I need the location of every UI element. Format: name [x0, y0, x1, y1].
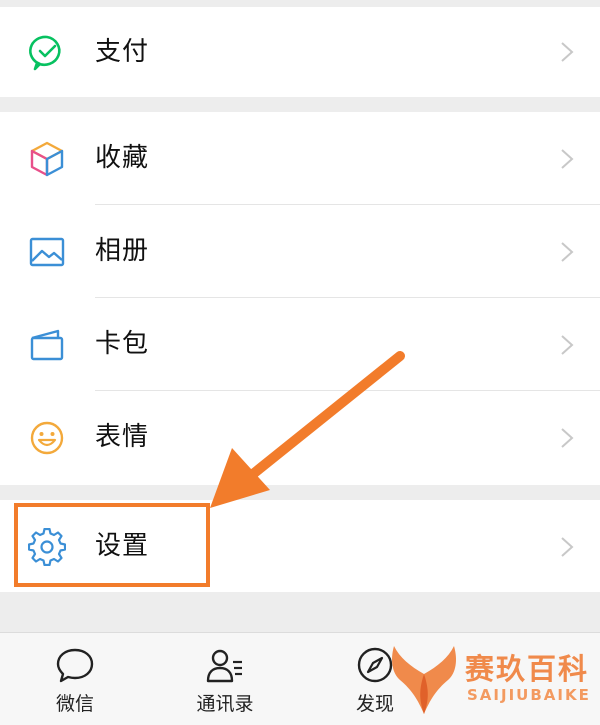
menu-item-cards-label: 卡包 — [95, 329, 150, 359]
menu-item-album-label: 相册 — [95, 236, 150, 266]
chevron-right-icon — [561, 428, 574, 448]
watermark-brand-en: SAIJIUBAIKE — [467, 686, 591, 704]
pay-icon — [29, 35, 61, 71]
features-group: 收藏 相册 卡包 表情 — [0, 112, 600, 485]
tab-chats[interactable]: 微信 — [0, 633, 150, 725]
menu-item-album[interactable]: 相册 — [0, 205, 600, 298]
whale-tail-logo — [392, 646, 456, 714]
chevron-right-icon — [561, 335, 574, 355]
menu-item-cards[interactable]: 卡包 — [0, 298, 600, 391]
menu-item-favorites-label: 收藏 — [95, 143, 150, 173]
chevron-right-icon — [561, 42, 574, 62]
tab-chats-label: 微信 — [55, 693, 94, 715]
favorites-cube-icon — [30, 141, 64, 177]
tab-contacts-label: 通讯录 — [196, 693, 254, 715]
menu-item-pay-label: 支付 — [95, 37, 150, 67]
menu-item-pay[interactable]: 支付 — [0, 7, 600, 97]
watermark-brand-cn: 赛玖百科 — [465, 652, 590, 686]
menu-item-stickers[interactable]: 表情 — [0, 391, 600, 484]
chevron-right-icon — [561, 149, 574, 169]
menu-item-favorites[interactable]: 收藏 — [0, 112, 600, 205]
album-picture-icon — [29, 237, 65, 267]
chat-bubble-icon — [56, 648, 94, 683]
contacts-person-icon — [206, 649, 242, 683]
chevron-right-icon — [561, 537, 574, 557]
smiley-face-icon — [30, 421, 64, 455]
chevron-right-icon — [561, 242, 574, 262]
card-wallet-icon — [30, 329, 64, 361]
pay-group: 支付 — [0, 7, 600, 97]
settings-highlight-box — [14, 503, 210, 587]
menu-item-stickers-label: 表情 — [95, 422, 150, 452]
tab-contacts[interactable]: 通讯录 — [150, 633, 300, 725]
